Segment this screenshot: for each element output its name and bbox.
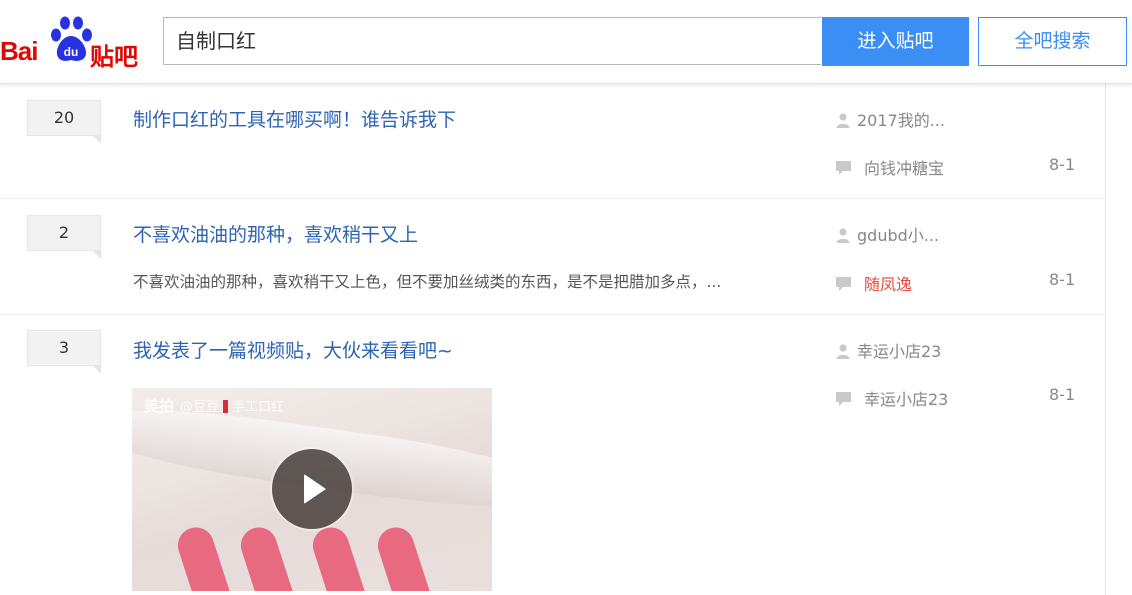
last-reply-user[interactable]: 向钱冲糖宝 bbox=[835, 155, 944, 179]
last-reply-user[interactable]: 幸运小店23 bbox=[835, 386, 948, 410]
logo-tieba-text: 贴吧 bbox=[90, 43, 138, 71]
thread-abstract: 不喜欢油油的那种，喜欢稍干又上色，但不要加丝绒类的东西，是不是把腊加多点，... bbox=[133, 273, 722, 291]
lipstick-swatch bbox=[308, 522, 372, 591]
video-watermark: 美拍 @豆豆 手工口红 bbox=[144, 395, 284, 416]
lipstick-icon bbox=[223, 400, 229, 413]
last-reply-name: 随凤逸 bbox=[864, 275, 913, 294]
logo-bai-text: Bai bbox=[0, 36, 38, 66]
comment-bubble-icon bbox=[836, 161, 851, 175]
thread-title-link[interactable]: 我发表了一篇视频贴，大伙来看看吧~ bbox=[133, 336, 453, 363]
baidu-tieba-logo[interactable]: Bai du 贴吧 bbox=[0, 14, 150, 71]
watermark-user: @豆豆 bbox=[180, 400, 220, 415]
enter-tieba-button[interactable]: 进入贴吧 bbox=[822, 17, 969, 66]
reply-count-badge: 2 bbox=[27, 215, 101, 259]
logo-du-text: du bbox=[64, 45, 79, 59]
last-reply-user[interactable]: 随凤逸 bbox=[835, 271, 912, 295]
play-icon[interactable] bbox=[272, 449, 352, 529]
video-thumbnail[interactable]: 美拍 @豆豆 手工口红 bbox=[132, 388, 492, 591]
user-icon bbox=[836, 344, 850, 359]
top-search-bar: Bai du 贴吧 自制口红 进入贴吧 全吧搜索 bbox=[0, 0, 1132, 84]
search-input[interactable]: 自制口红 bbox=[163, 17, 821, 65]
last-reply-name: 幸运小店23 bbox=[864, 390, 949, 409]
thread-title-link[interactable]: 不喜欢油油的那种，喜欢稍干又上 bbox=[133, 220, 418, 247]
reply-count-badge: 3 bbox=[27, 330, 101, 374]
search-all-button[interactable]: 全吧搜索 bbox=[978, 17, 1127, 66]
last-reply-name: 向钱冲糖宝 bbox=[864, 159, 945, 178]
last-reply-time: 8-1 bbox=[1049, 270, 1076, 289]
comment-bubble-icon bbox=[836, 392, 851, 406]
last-reply-time: 8-1 bbox=[1049, 385, 1076, 404]
baidu-paw-icon: du bbox=[51, 16, 92, 61]
meipai-watermark: 美拍 bbox=[144, 397, 175, 415]
comment-bubble-icon bbox=[836, 277, 851, 291]
user-icon bbox=[836, 113, 850, 128]
author-name: 幸运小店23 bbox=[857, 342, 942, 361]
lipstick-swatch bbox=[236, 522, 300, 591]
thread-author[interactable]: 2017我的... bbox=[835, 107, 945, 131]
thread-item bbox=[0, 199, 1106, 315]
thread-author[interactable]: 幸运小店23 bbox=[835, 338, 941, 362]
watermark-caption: 手工口红 bbox=[232, 400, 285, 415]
lipstick-swatch bbox=[373, 522, 437, 591]
thread-title-link[interactable]: 制作口红的工具在哪买啊！谁告诉我下 bbox=[133, 105, 456, 132]
reply-count-badge: 20 bbox=[27, 100, 101, 144]
author-name: gdubd小... bbox=[857, 226, 940, 245]
author-name: 2017我的... bbox=[857, 111, 945, 130]
last-reply-time: 8-1 bbox=[1049, 155, 1076, 174]
thread-author[interactable]: gdubd小... bbox=[835, 222, 939, 246]
lipstick-swatch bbox=[173, 522, 237, 591]
user-icon bbox=[836, 228, 850, 243]
thread-item bbox=[0, 84, 1106, 199]
